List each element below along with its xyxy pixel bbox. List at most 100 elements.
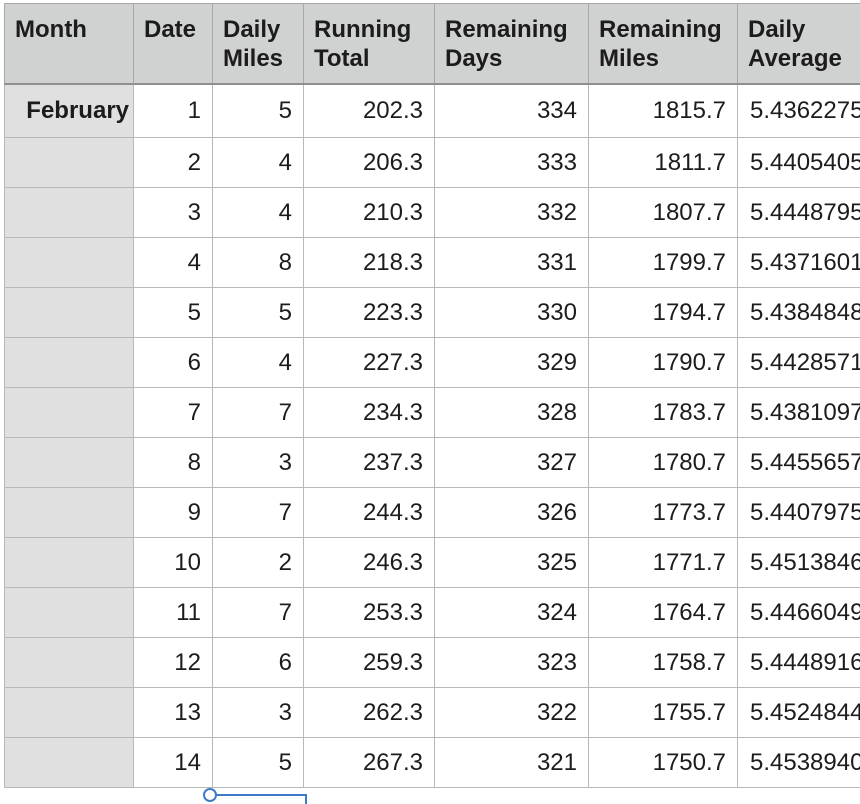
daily-miles-cell[interactable]: 4: [212, 187, 304, 238]
date-cell[interactable]: 13: [133, 687, 213, 738]
date-cell[interactable]: 11: [133, 587, 213, 638]
header-daily-average[interactable]: Daily Average: [737, 3, 860, 84]
remaining-days-cell[interactable]: 327: [434, 437, 589, 488]
running-total-cell[interactable]: 218.3: [303, 237, 435, 288]
daily-miles-cell[interactable]: 2: [212, 537, 304, 588]
month-cell[interactable]: [4, 187, 134, 238]
remaining-days-cell[interactable]: 326: [434, 487, 589, 538]
daily-average-cell[interactable]: 5.45138461: [737, 537, 860, 588]
running-total-cell[interactable]: 206.3: [303, 137, 435, 188]
remaining-days-cell[interactable]: 329: [434, 337, 589, 388]
daily-miles-cell[interactable]: 4: [212, 337, 304, 388]
remaining-days-cell[interactable]: 332: [434, 187, 589, 238]
month-cell[interactable]: [4, 687, 134, 738]
remaining-miles-cell[interactable]: 1815.7: [588, 83, 738, 138]
date-cell[interactable]: 8: [133, 437, 213, 488]
month-cell[interactable]: [4, 337, 134, 388]
running-total-cell[interactable]: 244.3: [303, 487, 435, 538]
remaining-days-cell[interactable]: 321: [434, 737, 589, 788]
daily-miles-cell[interactable]: 4: [212, 137, 304, 188]
remaining-miles-cell[interactable]: 1773.7: [588, 487, 738, 538]
month-cell[interactable]: [4, 737, 134, 788]
date-cell[interactable]: 10: [133, 537, 213, 588]
header-daily-miles[interactable]: Daily Miles: [212, 3, 304, 84]
running-total-cell[interactable]: 253.3: [303, 587, 435, 638]
daily-miles-cell[interactable]: 6: [212, 637, 304, 688]
daily-average-cell[interactable]: 5.44079754: [737, 487, 860, 538]
remaining-miles-cell[interactable]: 1750.7: [588, 737, 738, 788]
remaining-miles-cell[interactable]: 1755.7: [588, 687, 738, 738]
remaining-miles-cell[interactable]: 1783.7: [588, 387, 738, 438]
remaining-miles-cell[interactable]: 1780.7: [588, 437, 738, 488]
daily-miles-cell[interactable]: 7: [212, 487, 304, 538]
running-total-cell[interactable]: 234.3: [303, 387, 435, 438]
daily-miles-cell[interactable]: 5: [212, 287, 304, 338]
running-total-cell[interactable]: 262.3: [303, 687, 435, 738]
running-total-cell[interactable]: 259.3: [303, 637, 435, 688]
month-cell[interactable]: [4, 587, 134, 638]
daily-average-cell[interactable]: 5.44489164: [737, 637, 860, 688]
date-cell[interactable]: 4: [133, 237, 213, 288]
header-month[interactable]: Month: [4, 3, 134, 84]
month-cell[interactable]: [4, 137, 134, 188]
month-cell[interactable]: [4, 637, 134, 688]
date-cell[interactable]: 9: [133, 487, 213, 538]
running-total-cell[interactable]: 227.3: [303, 337, 435, 388]
remaining-miles-cell[interactable]: 1771.7: [588, 537, 738, 588]
running-total-cell[interactable]: 246.3: [303, 537, 435, 588]
daily-miles-cell[interactable]: 7: [212, 387, 304, 438]
remaining-days-cell[interactable]: 334: [434, 83, 589, 138]
header-remaining-miles[interactable]: Remaining Miles: [588, 3, 738, 84]
daily-average-cell[interactable]: 5.44660493: [737, 587, 860, 638]
daily-miles-cell[interactable]: 8: [212, 237, 304, 288]
daily-miles-cell[interactable]: 3: [212, 437, 304, 488]
daily-average-cell[interactable]: 5.45389408: [737, 737, 860, 788]
daily-average-cell[interactable]: 5.44054054: [737, 137, 860, 188]
remaining-days-cell[interactable]: 333: [434, 137, 589, 188]
date-cell[interactable]: 3: [133, 187, 213, 238]
month-cell[interactable]: [4, 487, 134, 538]
remaining-miles-cell[interactable]: 1764.7: [588, 587, 738, 638]
date-cell[interactable]: 1: [133, 83, 213, 138]
date-cell[interactable]: 6: [133, 337, 213, 388]
remaining-miles-cell[interactable]: 1807.7: [588, 187, 738, 238]
month-cell[interactable]: February: [4, 83, 134, 138]
daily-average-cell[interactable]: 5.43622754: [737, 83, 860, 138]
remaining-days-cell[interactable]: 324: [434, 587, 589, 638]
daily-average-cell[interactable]: 5.43848484: [737, 287, 860, 338]
daily-miles-cell[interactable]: 5: [212, 83, 304, 138]
daily-average-cell[interactable]: 5.45248447: [737, 687, 860, 738]
running-total-cell[interactable]: 267.3: [303, 737, 435, 788]
month-cell[interactable]: [4, 237, 134, 288]
month-cell[interactable]: [4, 437, 134, 488]
remaining-miles-cell[interactable]: 1790.7: [588, 337, 738, 388]
date-cell[interactable]: 12: [133, 637, 213, 688]
daily-average-cell[interactable]: 5.43716012: [737, 237, 860, 288]
daily-miles-cell[interactable]: 7: [212, 587, 304, 638]
remaining-days-cell[interactable]: 328: [434, 387, 589, 438]
header-date[interactable]: Date: [133, 3, 213, 84]
remaining-miles-cell[interactable]: 1794.7: [588, 287, 738, 338]
month-cell[interactable]: [4, 387, 134, 438]
remaining-miles-cell[interactable]: 1758.7: [588, 637, 738, 688]
running-total-cell[interactable]: 210.3: [303, 187, 435, 238]
remaining-days-cell[interactable]: 323: [434, 637, 589, 688]
daily-average-cell[interactable]: 5.44487952: [737, 187, 860, 238]
remaining-days-cell[interactable]: 325: [434, 537, 589, 588]
running-total-cell[interactable]: 237.3: [303, 437, 435, 488]
header-running-total[interactable]: Running Total: [303, 3, 435, 84]
remaining-days-cell[interactable]: 322: [434, 687, 589, 738]
daily-average-cell[interactable]: 5.43810975: [737, 387, 860, 438]
remaining-miles-cell[interactable]: 1811.7: [588, 137, 738, 188]
daily-miles-cell[interactable]: 5: [212, 737, 304, 788]
remaining-days-cell[interactable]: 330: [434, 287, 589, 338]
remaining-miles-cell[interactable]: 1799.7: [588, 237, 738, 288]
daily-miles-cell[interactable]: 3: [212, 687, 304, 738]
date-cell[interactable]: 2: [133, 137, 213, 188]
running-total-cell[interactable]: 223.3: [303, 287, 435, 338]
daily-average-cell[interactable]: 5.44285714: [737, 337, 860, 388]
running-total-cell[interactable]: 202.3: [303, 83, 435, 138]
selection-drag-handle[interactable]: [203, 788, 217, 802]
date-cell[interactable]: 5: [133, 287, 213, 338]
month-cell[interactable]: [4, 287, 134, 338]
